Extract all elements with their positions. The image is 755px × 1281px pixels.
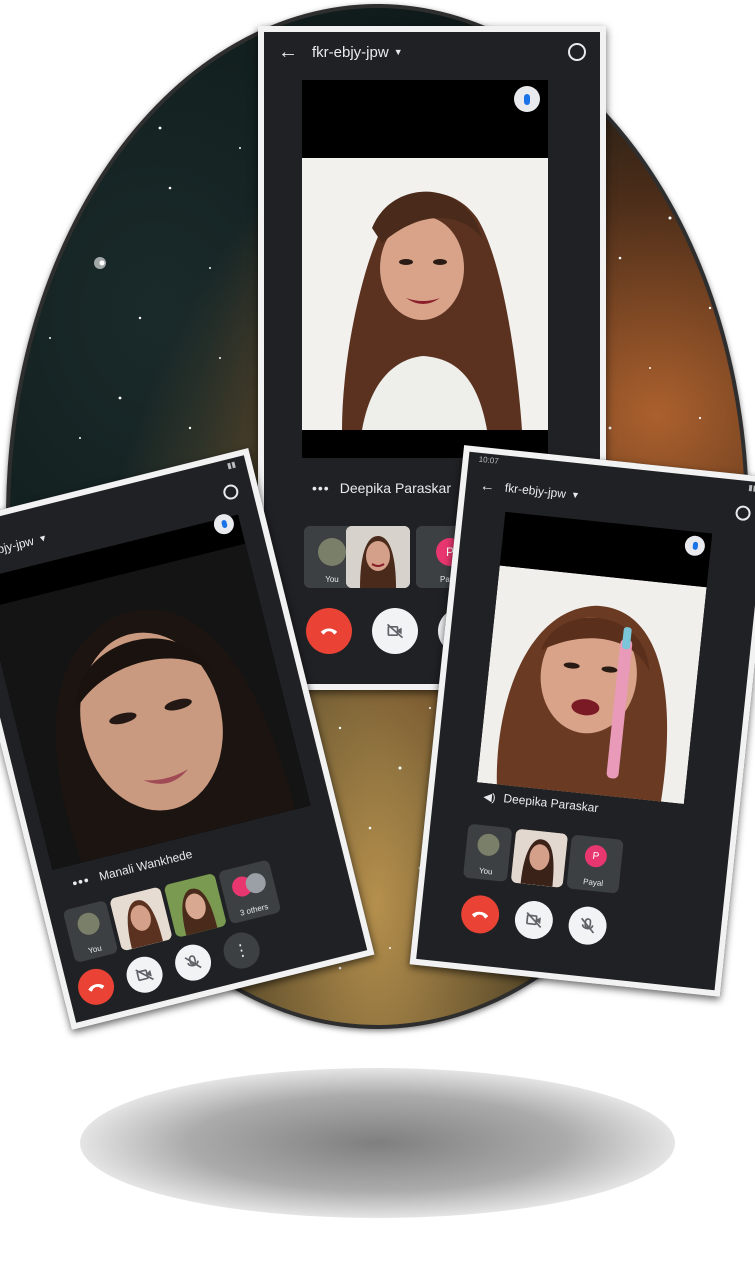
end-call-icon	[320, 628, 338, 635]
switch-camera-icon[interactable]	[734, 504, 752, 521]
tile-label: You	[478, 866, 493, 877]
speaker-name: Deepika Paraskar	[339, 480, 451, 496]
participant-thumbnail	[510, 828, 569, 888]
camera-off-button[interactable]	[122, 952, 167, 997]
switch-camera-icon[interactable]	[568, 43, 586, 61]
end-call-button[interactable]	[459, 893, 502, 936]
meeting-code[interactable]: fkr-ebjy-jpw	[504, 481, 566, 501]
main-video-frame	[0, 512, 311, 870]
participant-tile-video[interactable]	[346, 526, 410, 588]
camera-off-icon	[135, 969, 154, 982]
participant-thumbnail	[163, 872, 228, 938]
participant-tile-self[interactable]: You	[62, 900, 119, 964]
speaker-name-bar: ••• Deepika Paraskar	[312, 480, 451, 496]
meeting-code[interactable]: fkr-ebjy-jpw	[312, 44, 389, 61]
switch-camera-icon[interactable]	[221, 482, 240, 501]
more-dots-icon[interactable]: •••	[70, 871, 91, 891]
drop-shadow	[80, 1068, 675, 1218]
back-arrow-icon[interactable]: ←	[479, 477, 496, 495]
speaker-video	[0, 543, 311, 870]
mic-off-button[interactable]	[171, 940, 215, 985]
participant-thumbnail	[109, 886, 173, 952]
speaker-video	[302, 158, 548, 430]
camera-off-icon	[386, 623, 404, 639]
back-arrow-icon[interactable]: ←	[278, 41, 298, 64]
avatar	[75, 910, 102, 938]
end-call-button[interactable]	[306, 608, 352, 654]
avatar	[318, 538, 346, 566]
end-call-button[interactable]	[74, 965, 118, 1009]
main-video-frame	[302, 80, 548, 458]
mic-off-button[interactable]	[566, 904, 609, 947]
camera-off-button[interactable]	[372, 608, 418, 654]
tile-label: You	[87, 943, 103, 956]
speaker-video	[476, 565, 707, 805]
camera-off-button[interactable]	[512, 899, 555, 941]
more-options-button[interactable]: ⋮	[219, 928, 264, 973]
phone-right: 10:07 ▮▮ ← fkr-ebjy-jpw ▼ ◀) Deepika Para…	[409, 445, 755, 997]
main-video-frame	[476, 511, 713, 805]
chevron-down-icon[interactable]: ▼	[570, 490, 580, 501]
avatar: P	[583, 844, 608, 869]
participant-tile-video[interactable]	[510, 828, 569, 888]
more-dots-icon[interactable]: •••	[312, 480, 330, 496]
meeting-code[interactable]: fkr-ebjy-jpw	[0, 534, 35, 562]
chevron-down-icon[interactable]: ▼	[37, 532, 48, 544]
mic-off-icon	[581, 917, 595, 934]
speaker-name: Deepika Paraskar	[502, 791, 600, 816]
participant-tile-others[interactable]: 3 others	[217, 859, 282, 925]
mic-active-icon	[514, 86, 540, 112]
camera-off-icon	[526, 912, 542, 928]
top-bar: ← fkr-ebjy-jpw ▼	[264, 32, 600, 72]
end-call-icon	[471, 911, 489, 919]
avatar	[476, 832, 501, 857]
tile-label: 3 others	[239, 901, 270, 918]
participant-tile-self[interactable]: You	[462, 823, 513, 882]
end-call-icon	[88, 984, 105, 992]
mic-active-icon	[683, 534, 706, 557]
participant-thumbnail	[346, 526, 410, 588]
more-options-icon: ⋮	[231, 940, 252, 962]
tile-label: Payal	[582, 876, 604, 889]
participant-tile-video-2[interactable]	[163, 872, 228, 938]
mic-off-icon	[184, 955, 202, 969]
participant-tile-payal[interactable]: P Payal	[566, 834, 624, 894]
speaker-sound-icon: ◀)	[482, 790, 497, 804]
chevron-down-icon[interactable]: ▼	[394, 47, 403, 57]
participant-tile-video[interactable]	[109, 886, 173, 952]
